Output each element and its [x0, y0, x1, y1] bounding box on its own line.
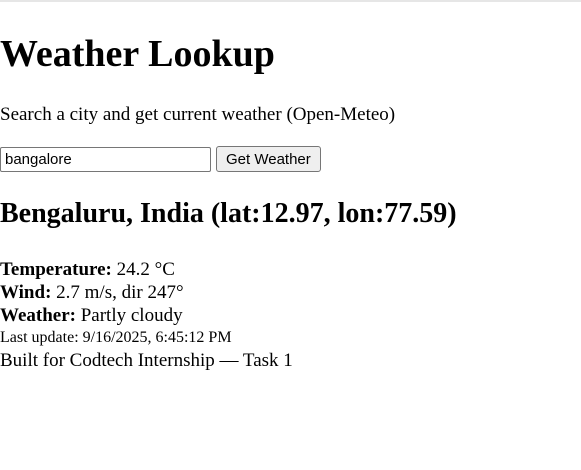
wind-value: 2.7 m/s, dir 247°: [56, 282, 184, 303]
weather-info: Temperature: 24.2 °C Wind: 2.7 m/s, dir …: [0, 258, 293, 372]
city-search-input[interactable]: [0, 146, 211, 172]
page-title: Weather Lookup: [0, 33, 275, 75]
get-weather-button[interactable]: Get Weather: [216, 146, 321, 172]
top-border: [0, 0, 581, 2]
weather-line: Weather: Partly cloudy: [0, 304, 293, 327]
location-heading: Bengaluru, India (lat:12.97, lon:77.59): [0, 198, 457, 229]
temperature-value: 24.2 °C: [116, 259, 175, 280]
weather-value: Partly cloudy: [80, 305, 183, 326]
weather-label: Weather:: [0, 305, 76, 326]
wind-label: Wind:: [0, 282, 52, 303]
search-row: Get Weather: [0, 146, 321, 172]
footer-text: Built for Codtech Internship — Task 1: [0, 350, 293, 371]
wind-line: Wind: 2.7 m/s, dir 247°: [0, 281, 293, 304]
page-subtitle: Search a city and get current weather (O…: [0, 104, 396, 125]
temperature-line: Temperature: 24.2 °C: [0, 258, 293, 281]
temperature-label: Temperature:: [0, 259, 112, 280]
last-update: Last update: 9/16/2025, 6:45:12 PM: [0, 329, 232, 346]
